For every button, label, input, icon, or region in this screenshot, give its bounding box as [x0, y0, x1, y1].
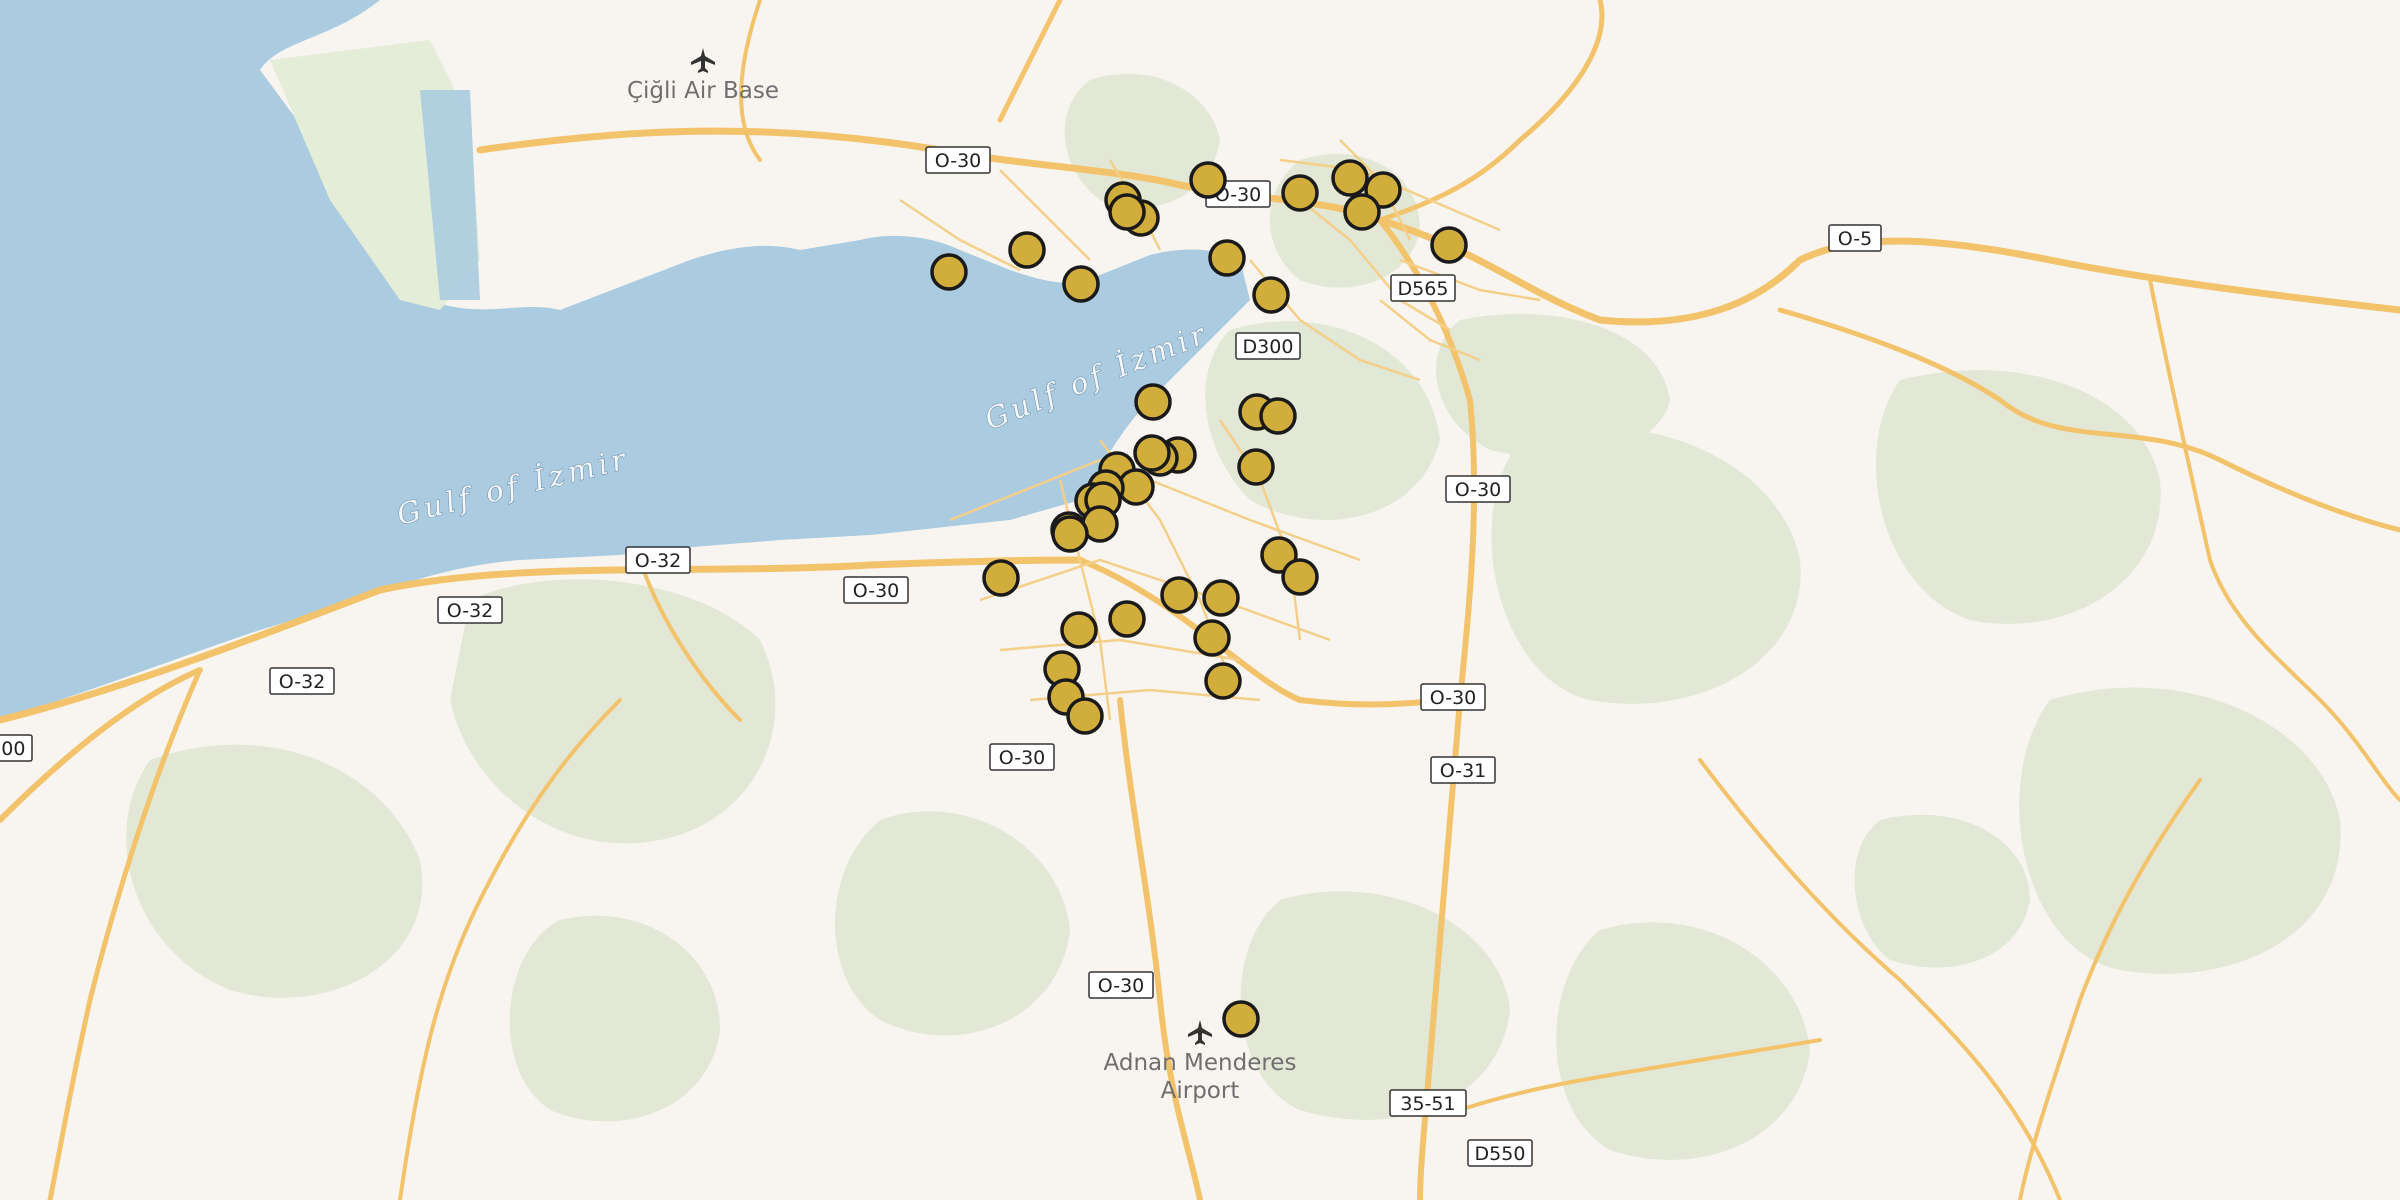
- road-shield-d300: D300: [1235, 332, 1301, 360]
- svg-text:D300: D300: [1243, 336, 1294, 358]
- svg-text:D565: D565: [1398, 278, 1449, 300]
- place-marker[interactable]: [982, 559, 1020, 597]
- road-shield-o-32: O-32: [625, 546, 691, 574]
- place-marker[interactable]: [1204, 662, 1242, 700]
- road-shield-o-30: O-30: [1445, 475, 1511, 503]
- svg-text:O-30: O-30: [1430, 687, 1477, 709]
- place-marker[interactable]: [1193, 619, 1231, 657]
- road-shield-o-30: O-30: [989, 743, 1055, 771]
- place-marker[interactable]: [1222, 1000, 1260, 1038]
- place-marker[interactable]: [1133, 434, 1171, 472]
- place-marker[interactable]: [930, 253, 968, 291]
- place-marker[interactable]: [1060, 611, 1098, 649]
- svg-text:O-32: O-32: [447, 600, 494, 622]
- svg-text:O-30: O-30: [1098, 975, 1145, 997]
- place-marker[interactable]: [1281, 174, 1319, 212]
- place-marker[interactable]: [1066, 697, 1104, 735]
- place-marker[interactable]: [1202, 579, 1240, 617]
- airport-label-line2: Airport: [1161, 1078, 1240, 1104]
- place-marker[interactable]: [1108, 193, 1146, 231]
- place-marker[interactable]: [1252, 276, 1290, 314]
- place-marker[interactable]: [1259, 397, 1297, 435]
- svg-text:O-30: O-30: [853, 580, 900, 602]
- road-shield-d565: D565: [1390, 274, 1456, 302]
- place-marker[interactable]: [1343, 193, 1381, 231]
- road-shield-35-51: 35-51: [1389, 1089, 1467, 1117]
- road-shield-o-30: O-30: [1088, 971, 1154, 999]
- road-shield-d550: D550: [1467, 1139, 1533, 1167]
- place-marker[interactable]: [1062, 265, 1100, 303]
- place-marker[interactable]: [1208, 239, 1246, 277]
- svg-text:O-32: O-32: [279, 671, 326, 693]
- svg-text:O-30: O-30: [1455, 479, 1502, 501]
- place-marker[interactable]: [1008, 231, 1046, 269]
- svg-text:D300: D300: [0, 738, 25, 760]
- place-marker[interactable]: [1051, 515, 1089, 553]
- road-shield-o-32: O-32: [269, 667, 335, 695]
- svg-text:O-5: O-5: [1838, 228, 1872, 250]
- place-marker[interactable]: [1237, 448, 1275, 486]
- svg-text:O-31: O-31: [1440, 760, 1487, 782]
- svg-text:O-30: O-30: [935, 150, 982, 172]
- road-shield-o-32: O-32: [437, 596, 503, 624]
- place-marker[interactable]: [1189, 161, 1227, 199]
- road-shield-o-30: O-30: [1420, 683, 1486, 711]
- place-marker[interactable]: [1331, 159, 1369, 197]
- place-marker[interactable]: [1160, 576, 1198, 614]
- road-shield-o-5: O-5: [1828, 224, 1882, 252]
- svg-text:O-30: O-30: [999, 747, 1046, 769]
- road-shield-o-31: O-31: [1430, 756, 1496, 784]
- road-shield-d300: D300: [0, 734, 33, 762]
- svg-text:O-32: O-32: [635, 550, 682, 572]
- place-marker[interactable]: [1430, 226, 1468, 264]
- svg-text:D550: D550: [1475, 1143, 1526, 1165]
- place-marker[interactable]: [1134, 383, 1172, 421]
- road-shield-o-30: O-30: [925, 146, 991, 174]
- svg-text:35-51: 35-51: [1400, 1093, 1455, 1115]
- map-view[interactable]: Çiğli Air Base Adnan Menderes Airport Gu…: [0, 0, 2400, 1200]
- road-shield-o-30: O-30: [843, 576, 909, 604]
- air-base-label: Çiğli Air Base: [627, 78, 779, 104]
- place-marker[interactable]: [1281, 558, 1319, 596]
- place-marker[interactable]: [1108, 600, 1146, 638]
- airport-label-line1: Adnan Menderes: [1104, 1050, 1297, 1076]
